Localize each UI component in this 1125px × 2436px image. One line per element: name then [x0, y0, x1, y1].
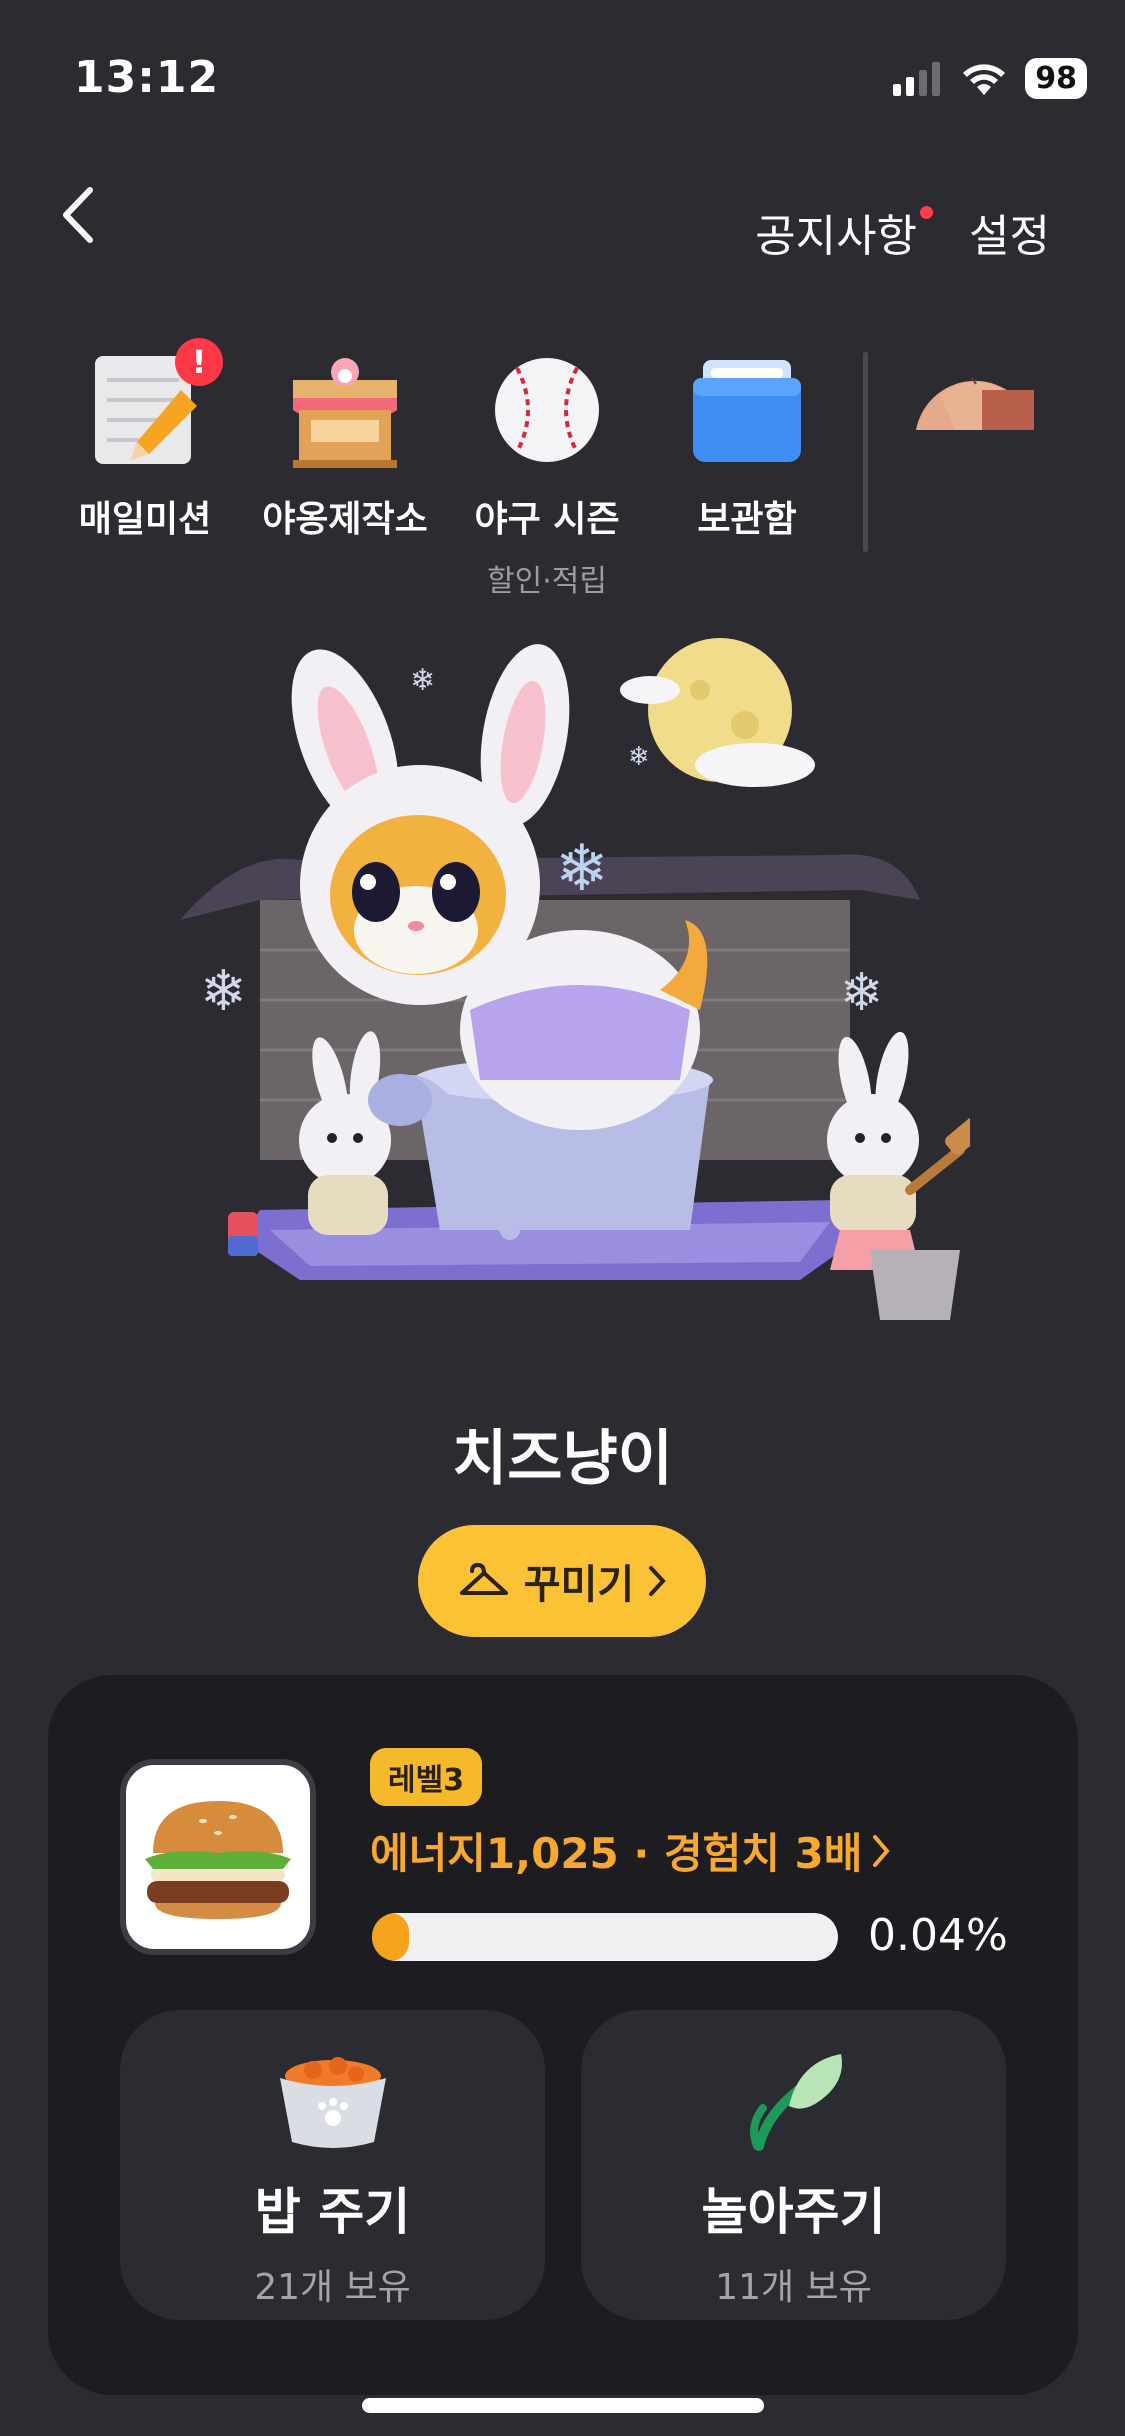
pet-name: 치즈냥이 [452, 1424, 673, 1494]
status-bar: 13:12 98 [0, 0, 1125, 150]
pet-status-panel: 레벨3 에너지1,025 · 경험치 3배 0.04% 밥 주기 21개 보유 [48, 1675, 1078, 2395]
leaf-toy-icon [729, 2046, 859, 2156]
food-bowl-icon [268, 2046, 398, 2156]
cat-workshop-icon [285, 350, 405, 470]
feed-button[interactable]: 밥 주기 21개 보유 [120, 2010, 545, 2320]
chevron-right-icon [873, 1834, 891, 1867]
bunny-right [827, 1094, 919, 1186]
battery-indicator: 98 [1025, 58, 1087, 99]
shortcut-daily-mission[interactable]: ! 매일미션 [50, 338, 240, 542]
profile-partial-icon [910, 350, 1040, 470]
hamburger-icon [145, 1801, 291, 1919]
cloud-icon [695, 743, 815, 787]
mortar-icon [870, 1250, 960, 1320]
play-button[interactable]: 놀아주기 11개 보유 [581, 2010, 1006, 2320]
snowflake-icon: ❄ [555, 832, 609, 906]
shortcut-storage[interactable]: 보관함 [652, 350, 842, 542]
shortcut-profile-partial[interactable] [890, 350, 1060, 470]
back-button[interactable] [48, 180, 108, 250]
energy-text: 에너지1,025 · 경험치 3배 [370, 1829, 863, 1878]
shortcut-row: ! 매일미션 야옹제작소 야구 시즌 할인·적립 보관함 [0, 338, 1125, 599]
food-thumbnail[interactable] [120, 1759, 316, 1955]
mission-pencil-icon: ! [85, 338, 223, 470]
storage-folder-icon [687, 350, 807, 470]
header-links: 공지사항 설정 [755, 200, 1050, 264]
cat-eye-right [432, 862, 480, 922]
decorate-label: 꾸미기 [523, 1562, 635, 1608]
chevron-left-icon [63, 187, 93, 243]
hanger-icon [459, 1562, 508, 1595]
experience-percent: 0.04% [868, 1910, 1008, 1961]
shortcut-cat-workshop[interactable]: 야옹제작소 [250, 350, 440, 542]
status-time: 13:12 [74, 52, 220, 103]
snowflake-icon: ❄ [410, 663, 435, 698]
chevron-right-icon [649, 1566, 666, 1596]
shortcut-label: 보관함 [697, 499, 797, 540]
feed-count: 21개 보유 [254, 2267, 411, 2308]
shortcut-divider [863, 352, 868, 552]
mission-alert-badge: ! [175, 338, 223, 386]
shortcut-label: 야옹제작소 [262, 499, 428, 540]
experience-progress-fill [372, 1913, 410, 1961]
settings-link[interactable]: 설정 [969, 200, 1050, 264]
shortcut-baseball-season[interactable]: 야구 시즌 할인·적립 [452, 350, 642, 600]
feed-title: 밥 주기 [254, 2183, 411, 2241]
energy-link[interactable]: 에너지1,025 · 경험치 3배 [370, 1820, 891, 1881]
notice-link[interactable]: 공지사항 [755, 200, 934, 264]
status-icons: 98 [893, 58, 1087, 99]
home-indicator [362, 2398, 764, 2413]
snowflake-icon: ❄ [200, 959, 247, 1024]
experience-progress-bar [372, 1913, 838, 1961]
pet-illustration[interactable]: ❄ ❄ ❄ ❄ ❄ [180, 630, 985, 1350]
snowflake-icon: ❄ [840, 963, 884, 1023]
cat-eye-left [352, 862, 400, 922]
play-title: 놀아주기 [701, 2183, 886, 2241]
play-count: 11개 보유 [715, 2267, 872, 2308]
snowflake-icon: ❄ [628, 742, 650, 772]
shortcut-label: 야구 시즌 [474, 499, 620, 540]
decorate-button[interactable]: 꾸미기 [418, 1525, 706, 1637]
wifi-icon [963, 63, 1006, 95]
baseball-icon [487, 350, 607, 470]
level-badge: 레벨3 [370, 1748, 483, 1806]
signal-icon [893, 61, 941, 96]
shortcut-sublabel: 할인·적립 [487, 564, 607, 599]
notice-label: 공지사항 [755, 211, 918, 262]
shortcut-label: 매일미션 [78, 499, 212, 540]
new-notice-dot [920, 206, 934, 219]
